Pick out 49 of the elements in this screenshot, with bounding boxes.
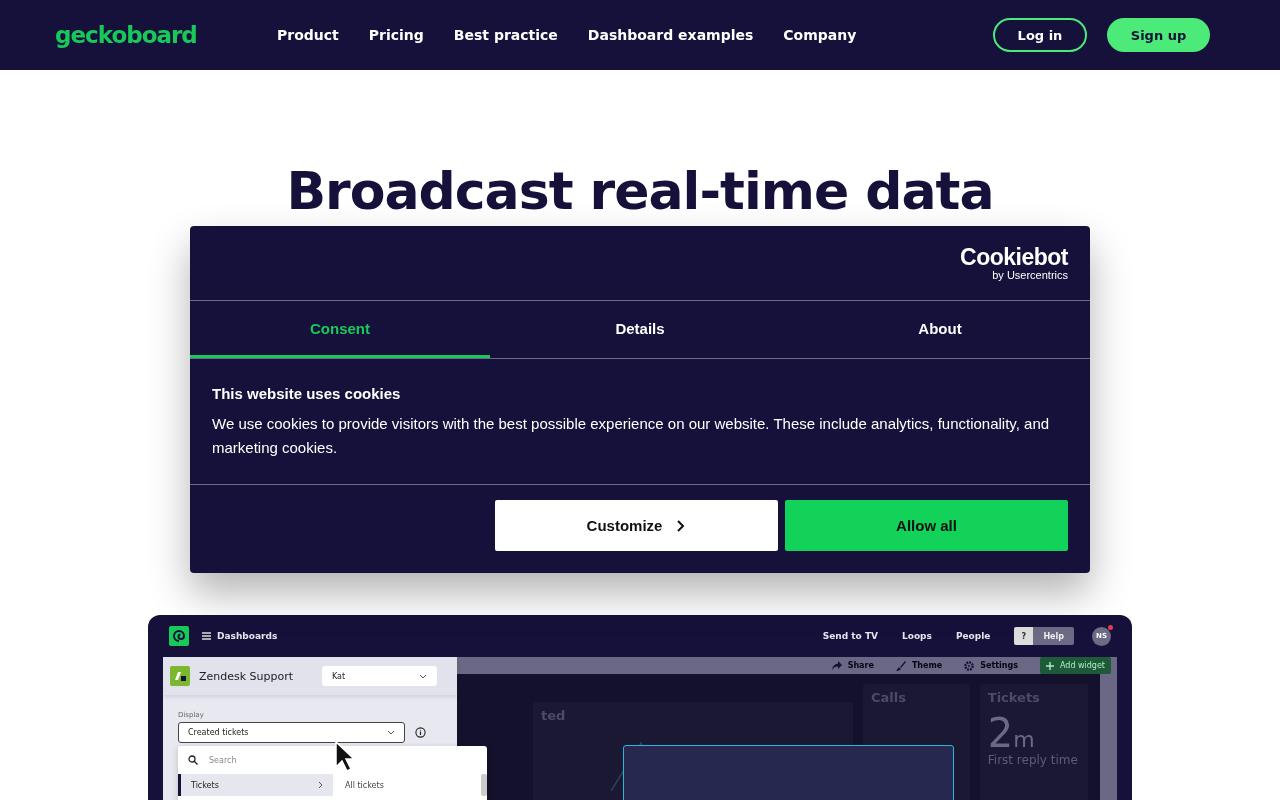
top-link[interactable]: People [955,631,991,641]
search-field[interactable]: Search [207,754,361,766]
brand-tagline: by Usercentrics [992,268,1068,281]
tab[interactable]: About [790,301,1090,358]
top-link[interactable]: Loops [902,631,932,641]
app-icon [170,666,190,686]
source-name: Zendesk Support [199,669,295,683]
chevron-down-icon [419,673,427,679]
theme-button[interactable]: Theme [895,660,943,671]
nav-link[interactable]: Company [783,27,857,43]
plus-icon [1046,661,1054,670]
nav-link[interactable]: Pricing [368,27,424,43]
menu-item[interactable]: Tickets [178,774,333,796]
submenu-item[interactable]: All tickets [333,774,481,796]
metric-unit: m [1013,727,1035,752]
tab[interactable]: Consent [190,301,490,358]
display-select[interactable]: Created tickets [178,722,405,743]
nav-link[interactable]: Product [277,27,339,43]
user-select[interactable]: Kat [322,666,437,686]
nav-link[interactable]: Dashboard examples [587,27,754,43]
metric-caption: First reply time [987,753,1079,767]
tab[interactable]: Details [490,301,790,358]
add-widget-button[interactable]: Add widget [1040,657,1111,674]
allow-all-button[interactable]: Allow all [785,500,1068,551]
brand-logo: Cookiebot [960,245,1068,269]
settings-icon [964,660,975,671]
info-icon [415,727,426,738]
dashboards-menu[interactable]: Dashboards [217,631,278,641]
logo-icon [169,626,189,646]
nav-link[interactable]: Best practice [453,27,558,43]
settings-button[interactable]: Settings [964,660,1018,671]
menu-icon [202,632,211,640]
login-button[interactable]: Log in [993,18,1087,52]
chevron-down-icon [387,730,395,735]
metric-value: 2 [987,713,1014,753]
dialog-heading: This website uses cookies [212,385,402,402]
brush-icon [895,660,906,671]
chevron-right-icon [318,781,323,789]
search-icon [188,755,198,765]
signup-button[interactable]: Sign up [1107,18,1210,52]
share-button[interactable]: Share [831,661,874,670]
logo[interactable]: geckoboard [55,22,277,48]
share-icon [831,661,842,670]
chevron-right-icon [676,518,687,533]
top-link[interactable]: Send to TV [822,631,878,641]
hero-heading: Broadcast real-time data [285,160,995,217]
dialog-text: We use cookies to provide visitors with the best possible experience on our website. These include analytics, functionality, and marketing cookies. [212,414,1051,458]
customize-button[interactable]: Customize [495,500,778,551]
scrollbar[interactable] [481,774,487,796]
